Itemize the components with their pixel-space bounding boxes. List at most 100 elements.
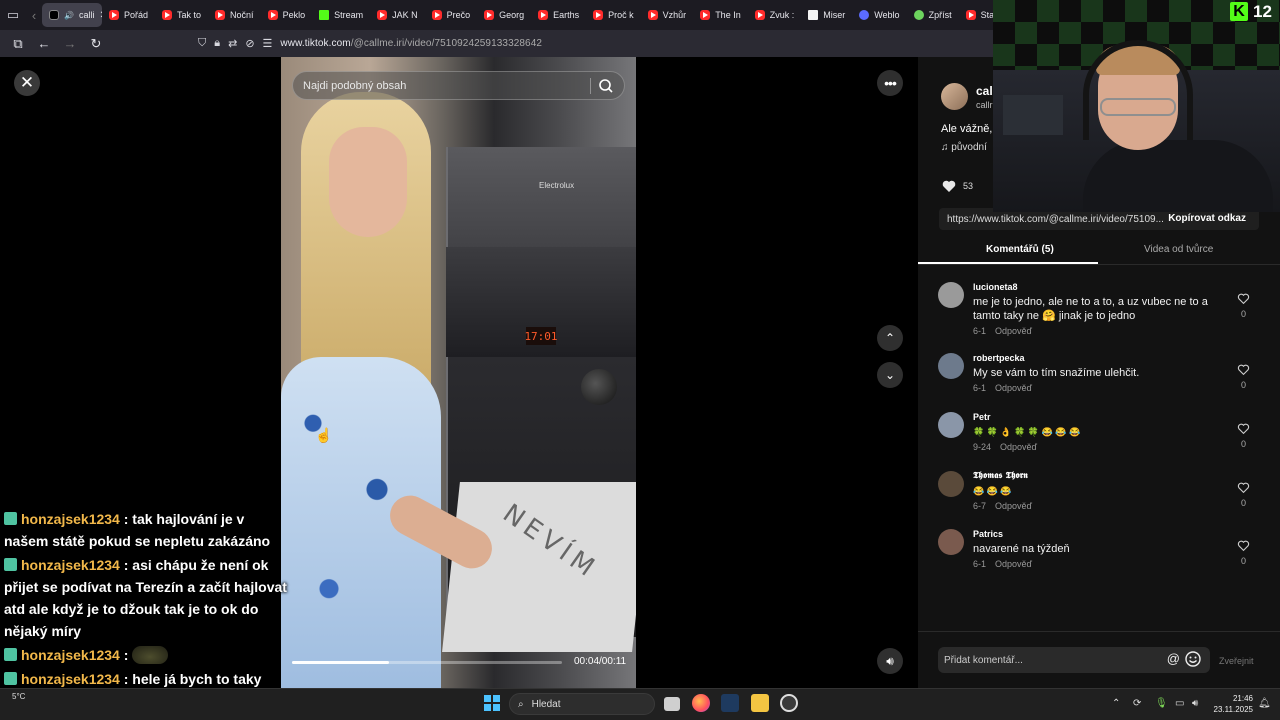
tab[interactable]: JAK N — [370, 3, 425, 27]
next-video-button[interactable]: ⌄ — [877, 362, 903, 388]
shield-icon[interactable]: ⛉ — [198, 37, 206, 50]
comment-avatar[interactable] — [938, 282, 964, 308]
obs-icon[interactable] — [780, 694, 798, 712]
comment-meta: 6-1 Odpověď — [973, 383, 1032, 393]
start-button[interactable] — [484, 695, 500, 711]
previous-video-button[interactable]: ⌃ — [877, 325, 903, 351]
blocked-media-icon[interactable]: ⊘ — [245, 37, 254, 50]
file-explorer-icon[interactable] — [751, 694, 769, 712]
network-icon[interactable]: ▭ — [1175, 698, 1184, 709]
reader-icon[interactable]: ☰ — [263, 37, 273, 50]
search-icon[interactable] — [598, 78, 614, 94]
share-link-url: https://www.tiktok.com/@callme.iri/video… — [947, 213, 1164, 225]
comment-avatar[interactable] — [938, 529, 964, 555]
like-icon[interactable] — [941, 178, 957, 194]
tab[interactable]: The In — [693, 3, 748, 27]
speaker-icon: 🔊 — [64, 10, 74, 20]
post-comment-button[interactable]: Zveřejnit — [1219, 656, 1254, 666]
microphone-icon[interactable]: 🎙︎ — [1155, 698, 1168, 709]
taskbar-search[interactable]: ⌕ Hledat — [509, 693, 655, 715]
reply-button[interactable]: Odpověď — [1000, 442, 1037, 452]
comment-item: robertpecka My se vám to tím snažíme ule… — [938, 353, 1268, 398]
firefox-icon[interactable] — [692, 694, 710, 712]
comment-meta: 6-1 Odpověď — [973, 559, 1032, 569]
more-options-button[interactable]: ••• — [877, 70, 903, 96]
tab[interactable]: Noční — [208, 3, 261, 27]
video-progress-bar[interactable] — [292, 661, 562, 664]
tab[interactable]: Stream — [312, 3, 370, 27]
heart-icon[interactable] — [1237, 539, 1250, 552]
tab[interactable]: Weblo — [852, 3, 906, 27]
heart-icon[interactable] — [1237, 292, 1250, 305]
tab[interactable]: Zpříst — [907, 3, 959, 27]
tab[interactable]: Georg — [477, 3, 531, 27]
author-avatar[interactable] — [941, 83, 968, 110]
close-video-button[interactable]: ✕ — [14, 70, 40, 96]
tab[interactable]: Proč k — [586, 3, 641, 27]
youtube-favicon-icon — [965, 10, 976, 20]
reply-button[interactable]: Odpověď — [995, 383, 1032, 393]
emoji-icon[interactable] — [1184, 650, 1202, 668]
permissions-icon[interactable]: ⇄ — [228, 37, 237, 50]
comment-username[interactable]: lucioneta8 — [973, 282, 1018, 292]
scroll-tabs-left-icon[interactable]: ‹ — [26, 0, 42, 30]
back-icon[interactable]: ← — [32, 32, 56, 56]
reply-button[interactable]: Odpověď — [995, 501, 1032, 511]
volume-icon[interactable]: 🔊︎ — [1192, 698, 1198, 709]
tab[interactable]: Vzhůr — [641, 3, 694, 27]
heart-icon[interactable] — [1237, 481, 1250, 494]
comment-like-count: 0 — [1240, 498, 1246, 508]
comment-avatar[interactable] — [938, 353, 964, 379]
tab[interactable]: Zvuk : — [748, 3, 802, 27]
tab-label: JAK N — [392, 10, 418, 20]
url-host: www.tiktok.com — [280, 38, 351, 49]
input-divider — [918, 631, 1280, 632]
forward-icon[interactable]: → — [58, 32, 82, 56]
heart-icon[interactable] — [1237, 363, 1250, 376]
video-player[interactable]: Electrolux 17:01 NEVÍM ☝ — [281, 57, 636, 688]
similar-content-search[interactable]: Najdi podobný obsah — [292, 71, 625, 100]
sync-icon[interactable]: ⟳ — [1133, 698, 1141, 709]
weather-widget[interactable]: 5°C — [12, 692, 25, 701]
author-name[interactable]: cal — [976, 84, 993, 98]
weblo-favicon-icon — [859, 10, 870, 20]
comment-username[interactable]: 𝕿𝖍𝖔𝖒𝖆𝖘 𝕿𝖍𝖔𝖗𝖓 — [973, 471, 1028, 481]
comment-avatar[interactable] — [938, 412, 964, 438]
lock-icon[interactable]: 🔒︎ — [214, 37, 220, 50]
chevron-up-icon: ⌃ — [884, 331, 896, 345]
music-info[interactable]: ♫ původní — [941, 142, 987, 153]
comment-avatar[interactable] — [938, 471, 964, 497]
tab-creator-videos[interactable]: Videa od tvůrce — [1144, 244, 1213, 255]
tab[interactable]: Earths — [531, 3, 586, 27]
comment-username[interactable]: Patrics — [973, 529, 1003, 539]
comment-input[interactable]: Přidat komentář... @ — [938, 647, 1210, 673]
author-handle[interactable]: callr — [976, 100, 993, 110]
tab-comments[interactable]: Komentářů (5) — [986, 244, 1054, 255]
reload-icon[interactable]: ↻ — [84, 32, 108, 56]
tab-overview-icon[interactable]: ▭ — [0, 0, 26, 30]
comment-username[interactable]: robertpecka — [973, 353, 1025, 363]
sidebar-toggle-icon[interactable]: ⧉ — [6, 32, 30, 56]
heart-icon[interactable] — [1237, 422, 1250, 435]
comment-username[interactable]: Petr — [973, 412, 991, 422]
mention-icon[interactable]: @ — [1167, 651, 1180, 666]
task-view-icon[interactable] — [664, 697, 680, 711]
tab[interactable]: Miser — [801, 3, 852, 27]
tab-active[interactable]: 🔊 calli ✕ — [42, 3, 102, 27]
url-bar[interactable]: www.tiktok.com/@callme.iri/video/7510924… — [280, 38, 542, 49]
tab[interactable]: Peklo — [261, 3, 313, 27]
copy-link-button[interactable]: Kopírovat odkaz — [1168, 213, 1246, 224]
notification-icon[interactable]: 🔔︎ — [1258, 698, 1271, 709]
tray-chevron-icon[interactable]: ⌃ — [1112, 698, 1120, 709]
clock[interactable]: 21:46 23.11.2025 — [1213, 693, 1253, 715]
tab[interactable]: Pořád — [102, 3, 155, 27]
volume-button[interactable]: 🔊︎ — [877, 648, 903, 674]
app-icon[interactable] — [721, 694, 739, 712]
tab[interactable]: Stanis — [959, 3, 993, 27]
reply-button[interactable]: Odpověď — [995, 559, 1032, 569]
person-face — [329, 127, 407, 237]
oven-brand-label: Electrolux — [539, 181, 575, 190]
tab[interactable]: Prečo — [425, 3, 478, 27]
reply-button[interactable]: Odpověď — [995, 326, 1032, 336]
tab[interactable]: Tak to — [155, 3, 208, 27]
